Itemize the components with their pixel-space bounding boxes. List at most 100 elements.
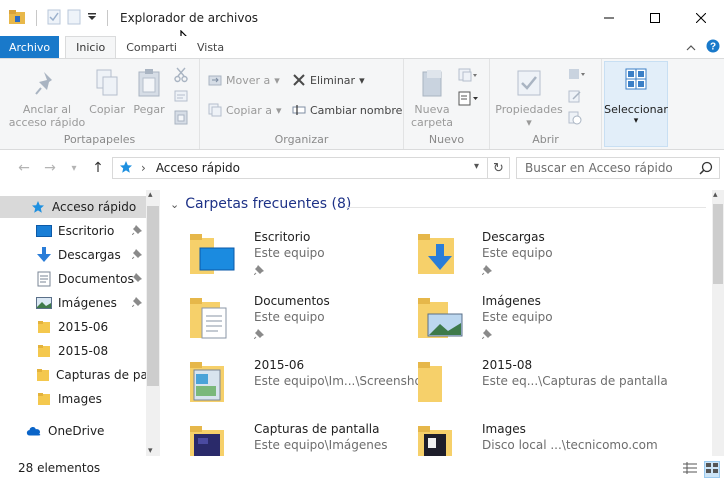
tiles-view-icon[interactable] [704,461,720,478]
open-icon[interactable] [568,67,586,84]
refresh-icon[interactable]: ↻ [487,158,509,178]
breadcrumb[interactable]: Acceso rápido [156,161,240,175]
easy-access-icon[interactable] [458,89,480,110]
content-scrollbar[interactable]: ▴ [712,190,724,456]
sidebar-item-2015-08[interactable]: 2015-08 [0,340,146,362]
folder-tile-capturas[interactable]: Capturas de pantalla Este equipo\Imágene… [186,420,412,456]
copy-button[interactable]: Copiar [88,67,126,116]
scroll-up-icon[interactable]: ▴ [713,190,718,200]
minimize-button[interactable] [586,0,632,36]
edit-icon[interactable] [568,89,582,106]
group-organizar: Mover a ▾ Copiar a ▾ Eliminar ▾ Cambiar … [200,59,404,149]
sidebar-item-acceso-rapido[interactable]: Acceso rápido [0,196,146,218]
pin-icon [31,67,63,99]
sidebar-item-escritorio[interactable]: Escritorio [0,220,146,242]
chevron-down-icon: ▾ [633,116,639,126]
star-icon [30,199,46,215]
move-to-button[interactable]: Mover a ▾ [208,73,280,87]
tab-inicio[interactable]: Inicio [65,36,117,58]
address-bar[interactable]: › Acceso rápido ▾ ↻ [112,157,510,179]
folder-tile-documentos[interactable]: Documentos Este equipo [186,292,412,348]
copy-path-icon[interactable] [174,89,188,106]
copy-to-button[interactable]: Copiar a ▾ [208,103,281,117]
folder-tile-2015-08[interactable]: 2015-08 Este eq...\Capturas de pantalla [414,356,668,412]
navigation-bar: ← → ▾ ↑ › Acceso rápido ▾ ↻ Buscar en Ac… [0,150,724,186]
group-label-portapapeles: Portapapeles [63,133,136,146]
new-folder-icon[interactable] [67,9,81,28]
folder-tile-descargas[interactable]: Descargas Este equipo [414,228,640,284]
star-icon [119,160,133,177]
group-header-frecuentes[interactable]: ⌄ Carpetas frecuentes (8) [170,196,351,212]
move-icon [208,75,222,86]
folder-tile-2015-06[interactable]: 2015-06 Este equipo\Im...\Screenshots [186,356,433,412]
group-nuevo: Nueva carpeta Nuevo [404,59,490,149]
sidebar-item-documentos[interactable]: Documentos [0,268,146,290]
folder-icon [36,391,52,407]
sidebar-item-2015-06[interactable]: 2015-06 [0,316,146,338]
folder-tile-escritorio[interactable]: Escritorio Este equipo [186,228,412,284]
paste-button[interactable]: Pegar [130,67,168,116]
chevron-down-icon: ▾ [526,116,532,129]
pin-quick-access-button[interactable]: Anclar al acceso rápido [6,67,88,129]
tab-compartir[interactable]: Comparti [116,36,187,58]
new-item-icon[interactable] [458,67,478,86]
download-folder-icon [416,232,464,274]
maximize-button[interactable] [632,0,678,36]
scroll-thumb[interactable] [147,206,159,386]
paste-shortcut-icon[interactable] [174,109,188,128]
search-icon[interactable] [699,161,713,178]
divider [346,207,706,208]
properties-button[interactable]: Propiedades ▾ [495,67,563,129]
window-title: Explorador de archivos [120,11,259,25]
paste-icon [133,67,165,99]
explorer-folder-icon[interactable] [8,9,26,28]
scroll-thumb[interactable] [713,204,723,284]
folder-tile-images[interactable]: Images Disco local ...\tecnicomo.com [414,420,658,456]
sidebar-item-onedrive[interactable]: OneDrive [0,420,146,442]
help-icon[interactable]: ? [706,39,720,56]
pin-icon [253,264,264,278]
breadcrumb-chevron-icon[interactable]: › [141,161,146,175]
pin-icon [481,264,492,278]
collapse-ribbon-icon[interactable] [686,41,696,55]
recent-dropdown-icon[interactable]: ▾ [64,158,84,178]
divider [107,10,108,26]
sidebar-item-images[interactable]: Images [0,388,146,410]
select-button[interactable]: Seleccionar ▾ [604,61,668,147]
sidebar-item-descargas[interactable]: Descargas [0,244,146,266]
properties-icon [513,67,545,99]
ribbon-tabs: Archivo Inicio Comparti Vista ? [0,36,724,58]
folder-tile-imagenes[interactable]: Imágenes Este equipo [414,292,640,348]
tab-archivo[interactable]: Archivo [0,36,60,58]
pin-icon [131,296,142,310]
pictures-icon [36,295,52,311]
rename-button[interactable]: Cambiar nombre [292,103,402,117]
divider [36,10,37,26]
properties-check-icon[interactable] [47,9,61,28]
chevron-down-icon: ▾ [359,73,365,87]
forward-arrow-icon[interactable]: → [40,158,60,178]
nav-pane-scrollbar[interactable]: ▴ ▾ [146,190,160,456]
close-button[interactable] [678,0,724,36]
back-arrow-icon[interactable]: ← [14,158,34,178]
group-abrir: Propiedades ▾ Abrir [490,59,602,149]
address-dropdown-icon[interactable]: ▾ [474,161,479,172]
sidebar-item-imagenes[interactable]: Imágenes [0,292,146,314]
details-view-icon[interactable] [682,461,698,478]
scroll-up-icon[interactable]: ▴ [148,190,153,200]
customize-dropdown-icon[interactable] [87,11,97,25]
copy-to-icon [208,103,222,117]
new-folder-button[interactable]: Nueva carpeta [410,67,454,129]
chevron-down-icon: ⌄ [170,197,180,211]
search-input[interactable]: Buscar en Acceso rápido [516,157,720,179]
up-arrow-icon[interactable]: ↑ [88,158,108,178]
tab-vista[interactable]: Vista [187,36,234,58]
select-grid-icon [625,68,647,93]
status-bar: 28 elementos [0,456,724,480]
sidebar-item-capturas[interactable]: Capturas de pan [0,364,146,386]
pin-icon [131,272,142,286]
scroll-down-icon[interactable]: ▾ [148,446,153,456]
delete-button[interactable]: Eliminar ▾ [292,73,365,87]
cut-icon[interactable] [174,67,188,86]
history-icon[interactable] [568,111,582,128]
